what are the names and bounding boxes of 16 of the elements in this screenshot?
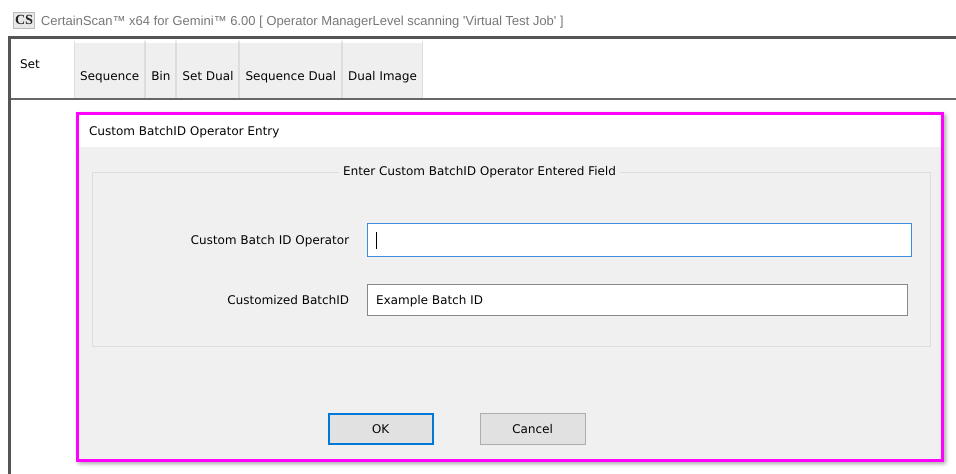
input-field[interactable]: Example Batch ID [367,284,908,316]
tab[interactable]: Dual Image [342,39,423,98]
group-title: Enter Custom BatchID Operator Entered Field [339,164,620,178]
tab[interactable]: Set Dual [176,39,240,98]
field-label: Custom Batch ID Operator [190,233,350,247]
field-label: Customized BatchID [226,293,350,307]
dialog-button[interactable]: Cancel [480,413,586,445]
dialog-title: Custom BatchID Operator Entry [79,115,941,147]
dialog-button[interactable]: OK [328,413,434,445]
app-logo: CS [13,12,35,28]
window-title: CertainScan™ x64 for Gemini™ 6.00 [ Operator ManagerLevel scanning 'Virtual Test Job' ] [40,12,564,28]
tab[interactable]: Bin [145,39,176,98]
tab[interactable]: Sequence Dual [239,39,342,98]
text-cursor [376,232,377,248]
tab[interactable]: Sequence [74,39,146,98]
input-field[interactable] [367,223,912,257]
